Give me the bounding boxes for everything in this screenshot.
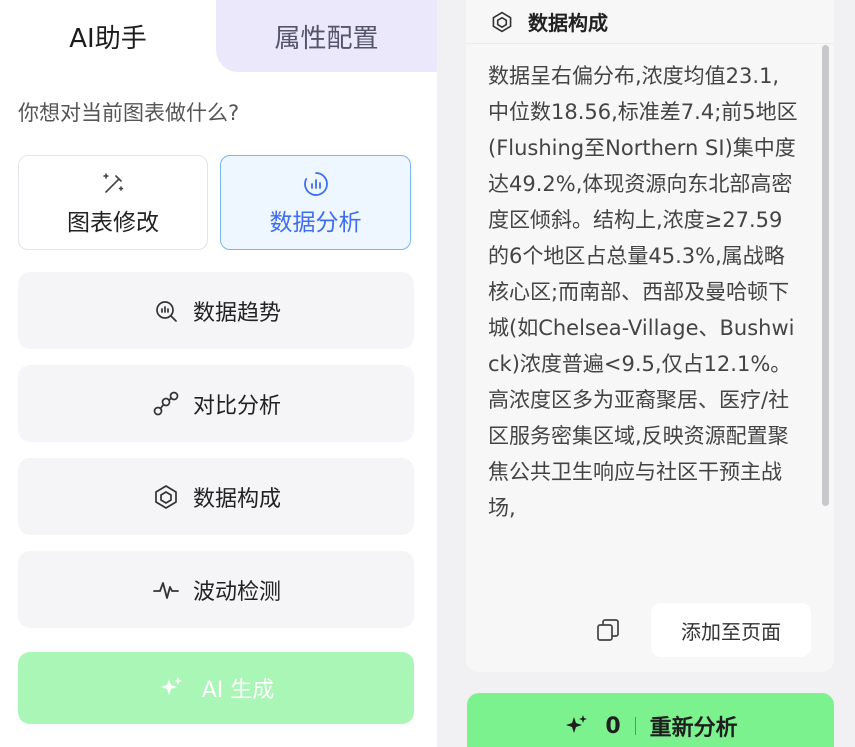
reanalyze-separator	[634, 717, 636, 735]
ai-generate-button[interactable]: AI 生成	[18, 652, 414, 724]
ai-assistant-panel: AI助手 属性配置 你想对当前图表做什么? 图表修改 数据分析 数据趋势 对比分…	[0, 0, 437, 747]
option-compare-label: 对比分析	[192, 393, 281, 419]
option-fluctuation-label: 波动检测	[192, 579, 281, 605]
panel-divider	[437, 0, 465, 747]
composition-icon	[151, 482, 181, 512]
magic-wand-icon	[100, 169, 126, 199]
option-fluctuation-detect[interactable]: 波动检测	[18, 551, 414, 628]
result-scrollbar[interactable]	[822, 45, 829, 506]
trend-search-icon	[151, 296, 181, 326]
chart-edit-mode-button[interactable]: 图表修改	[18, 155, 208, 250]
reanalyze-button[interactable]: 0 重新分析	[467, 693, 834, 747]
result-header: 数据构成	[466, 0, 834, 44]
add-to-page-button[interactable]: 添加至页面	[651, 603, 811, 657]
composition-icon	[490, 10, 514, 34]
option-compare-analysis[interactable]: 对比分析	[18, 365, 414, 442]
chart-edit-label: 图表修改	[67, 209, 159, 236]
compare-nodes-icon	[151, 389, 181, 419]
reanalyze-label: 重新分析	[649, 716, 738, 741]
copy-icon	[594, 616, 622, 648]
panel-tabs: AI助手 属性配置	[0, 0, 437, 72]
data-analysis-mode-button[interactable]: 数据分析	[220, 155, 411, 250]
option-data-trend[interactable]: 数据趋势	[18, 272, 414, 349]
copy-button[interactable]	[590, 614, 626, 650]
analysis-chart-icon	[302, 169, 330, 199]
sparkle-icon	[158, 675, 184, 701]
prompt-question: 你想对当前图表做什么?	[18, 101, 240, 125]
option-data-trend-label: 数据趋势	[192, 300, 281, 326]
data-analysis-label: 数据分析	[269, 209, 362, 236]
analysis-result-card: 数据构成 数据呈右偏分布,浓度均值23.1,中位数18.56,标准差7.4;前5…	[466, 0, 834, 672]
result-text: 数据呈右偏分布,浓度均值23.1,中位数18.56,标准差7.4;前5地区(Fl…	[488, 64, 798, 520]
tab-property-config[interactable]: 属性配置	[216, 0, 437, 72]
option-data-composition[interactable]: 数据构成	[18, 458, 414, 535]
ai-generate-label: AI 生成	[201, 678, 275, 703]
reanalyze-count: 0	[605, 713, 621, 739]
result-title: 数据构成	[528, 11, 608, 35]
sparkle-icon	[563, 713, 589, 739]
tab-property-config-label: 属性配置	[274, 23, 379, 54]
option-composition-label: 数据构成	[192, 486, 281, 512]
tab-ai-assistant[interactable]: AI助手	[0, 0, 216, 72]
add-to-page-label: 添加至页面	[681, 619, 781, 644]
pulse-wave-icon	[151, 575, 181, 605]
tab-ai-assistant-label: AI助手	[69, 23, 147, 54]
